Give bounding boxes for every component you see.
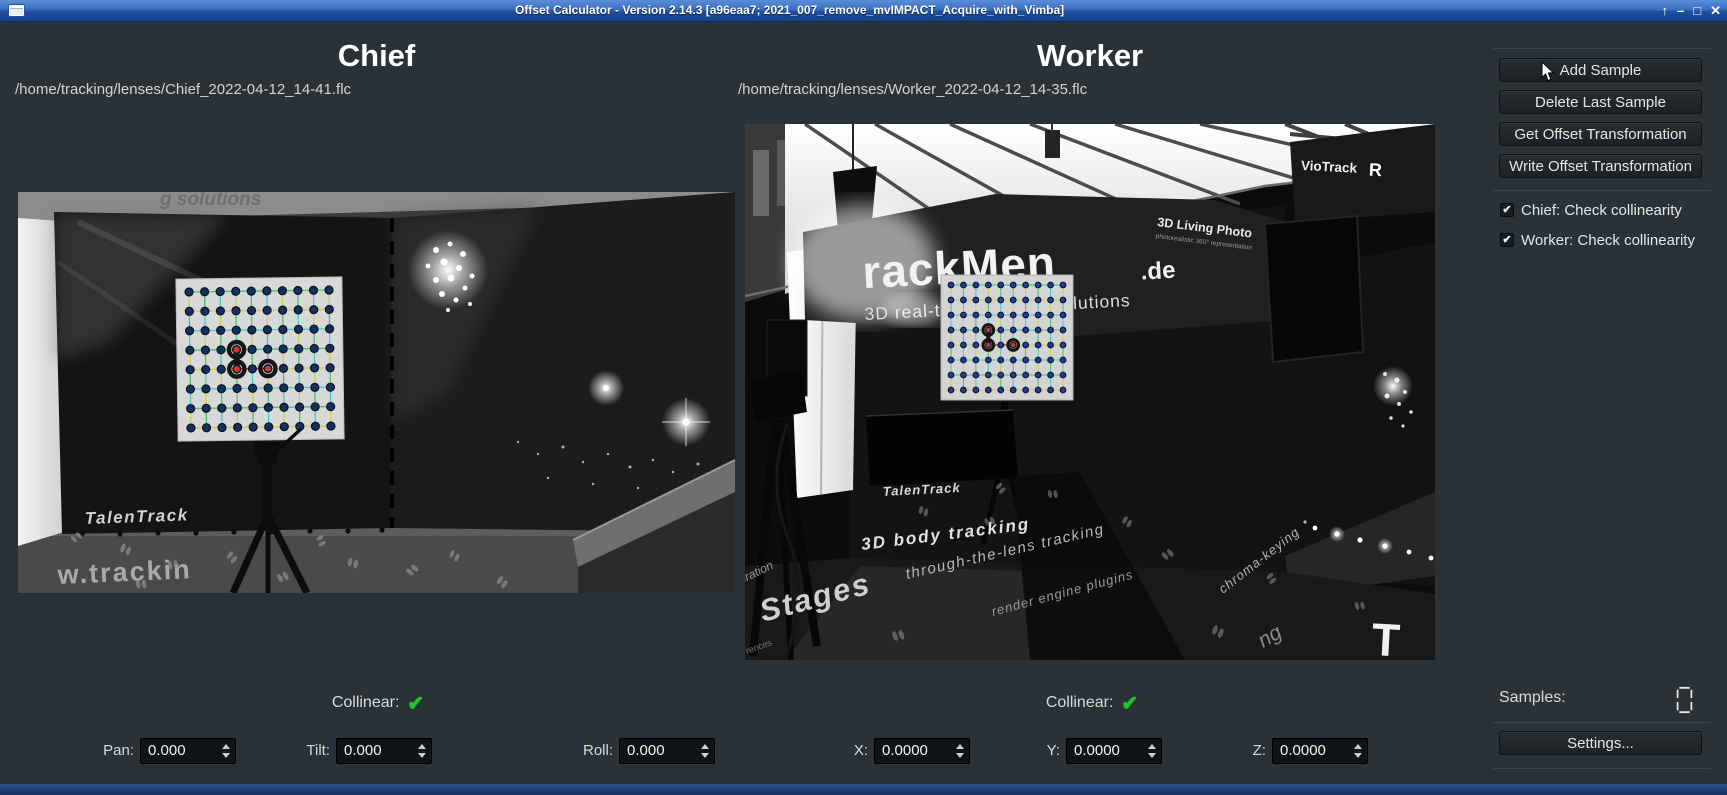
delete-last-sample-button[interactable]: Delete Last Sample [1499, 90, 1702, 114]
spin-down-icon[interactable] [701, 753, 709, 758]
write-offset-transformation-button[interactable]: Write Offset Transformation [1499, 154, 1702, 178]
worker-sign-logo-text: R [1368, 159, 1382, 180]
worker-file-path: /home/tracking/lenses/Worker_2022-04-12_… [738, 81, 1087, 98]
window-title: Offset Calculator - Version 2.14.3 [a96e… [515, 0, 1064, 21]
close-icon[interactable]: ✕ [1710, 0, 1721, 21]
worker-calibration-board [941, 275, 1073, 400]
chief-title: Chief [18, 38, 735, 74]
samples-label: Samples: [1499, 689, 1566, 707]
chief-floor-brand-text: TalenTrack [84, 505, 188, 528]
checkmark-icon[interactable]: ✔ [1500, 233, 1514, 247]
roll-value: 0.000 [627, 742, 665, 759]
spin-up-icon[interactable] [418, 744, 426, 749]
collinear-label: Collinear: [332, 694, 400, 712]
checkmark-icon[interactable]: ✔ [1500, 203, 1514, 217]
y-spinbox[interactable]: 0.0000 [1066, 738, 1162, 764]
spin-up-icon[interactable] [956, 744, 964, 749]
settings-button[interactable]: Settings... [1499, 731, 1702, 755]
worker-sign-text: VioTrack [1301, 158, 1358, 176]
worker-title: Worker [745, 38, 1435, 74]
keep-above-icon[interactable]: ↑ [1662, 0, 1669, 21]
tilt-value: 0.000 [344, 742, 382, 759]
x-spinbox[interactable]: 0.0000 [874, 738, 970, 764]
chief-check-collinearity-checkbox[interactable]: ✔ Chief: Check collinearity [1500, 202, 1682, 218]
roll-spinbox[interactable]: 0.000 [619, 738, 715, 764]
worker-floor-text-9: T [1370, 613, 1401, 660]
collinear-ok-icon: ✔ [407, 691, 424, 716]
x-label: X: [788, 738, 868, 764]
spin-up-icon[interactable] [1354, 744, 1362, 749]
chief-file-path: /home/tracking/lenses/Chief_2022-04-12_1… [15, 81, 351, 98]
pan-spinbox[interactable]: 0.000 [140, 738, 236, 764]
chief-calibration-board [176, 277, 344, 441]
worker-collinear-status: Collinear: ✔ [1012, 692, 1172, 714]
tilt-label: Tilt: [250, 738, 330, 764]
z-label: Z: [1186, 738, 1266, 764]
x-value: 0.0000 [882, 742, 928, 759]
checkbox-label: Worker: Check collinearity [1521, 232, 1695, 249]
maximize-icon[interactable]: □ [1693, 0, 1701, 21]
spin-down-icon[interactable] [956, 753, 964, 758]
window-bottom-border [0, 784, 1727, 795]
minimize-icon[interactable]: – [1677, 0, 1684, 21]
y-label: Y: [980, 738, 1060, 764]
sidebar-separator-bottom [1493, 768, 1711, 769]
chief-collinear-status: Collinear: ✔ [298, 692, 458, 714]
spin-down-icon[interactable] [418, 753, 426, 758]
y-value: 0.0000 [1074, 742, 1120, 759]
sidebar-separator-top [1493, 48, 1711, 49]
chief-camera-view[interactable]: g solutions [18, 192, 735, 593]
title-bar: Offset Calculator - Version 2.14.3 [a96e… [0, 0, 1727, 22]
pan-label: Pan: [54, 738, 134, 764]
spin-down-icon[interactable] [1148, 753, 1156, 758]
mouse-cursor [1541, 61, 1555, 82]
sidebar-separator-mid [1493, 190, 1711, 191]
get-offset-transformation-button[interactable]: Get Offset Transformation [1499, 122, 1702, 146]
pan-value: 0.000 [148, 742, 186, 759]
spin-up-icon[interactable] [1148, 744, 1156, 749]
worker-check-collinearity-checkbox[interactable]: ✔ Worker: Check collinearity [1500, 232, 1695, 248]
samples-count-lcd [1675, 685, 1694, 715]
chief-floor-url-text: w.trackin [56, 554, 192, 590]
window-icon [8, 4, 25, 17]
collinear-ok-icon: ✔ [1121, 691, 1138, 716]
worker-banner-tld-text: .de [1140, 257, 1176, 286]
spin-up-icon[interactable] [701, 744, 709, 749]
checkbox-label: Chief: Check collinearity [1521, 202, 1682, 219]
offset-calculator-window: Offset Calculator - Version 2.14.3 [a96e… [0, 0, 1727, 795]
chief-banner-partial-text: g solutions [159, 192, 261, 210]
collinear-label: Collinear: [1046, 694, 1114, 712]
z-spinbox[interactable]: 0.0000 [1272, 738, 1368, 764]
add-sample-button[interactable]: Add Sample [1499, 58, 1702, 82]
worker-camera-view[interactable]: rackMen .de 3D real-time tracking soluti… [745, 124, 1435, 660]
roll-label: Roll: [533, 738, 613, 764]
z-value: 0.0000 [1280, 742, 1326, 759]
spin-up-icon[interactable] [222, 744, 230, 749]
spin-down-icon[interactable] [1354, 753, 1362, 758]
tilt-spinbox[interactable]: 0.000 [336, 738, 432, 764]
spin-down-icon[interactable] [222, 753, 230, 758]
sidebar-separator-samples [1493, 722, 1711, 723]
